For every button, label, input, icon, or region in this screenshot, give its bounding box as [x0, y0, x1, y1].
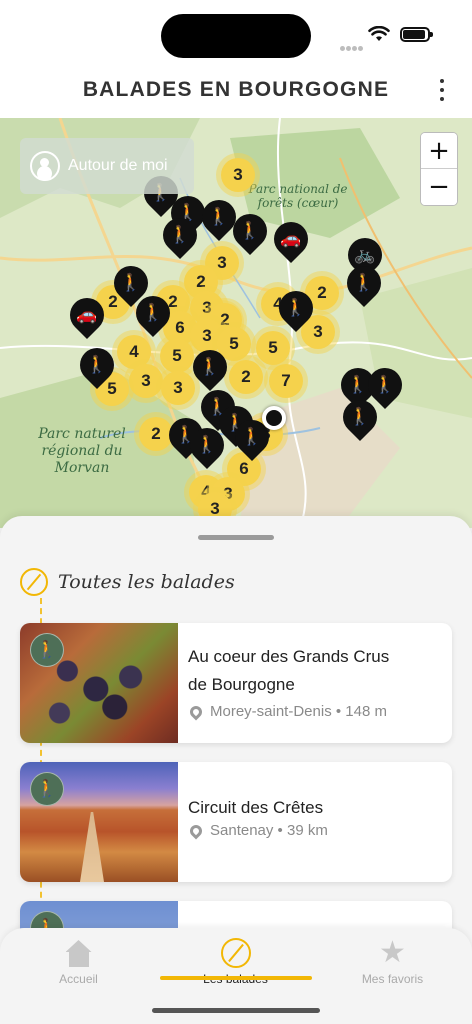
hiker-icon: 🚶: [169, 225, 191, 244]
hiker-icon: 🚶: [349, 407, 371, 426]
walk-title-line1: Au coeur des Grands Crus: [188, 647, 390, 666]
hiker-icon: 🚶: [374, 375, 396, 394]
hiker-icon: 🚶: [285, 298, 307, 317]
map-pin-walk[interactable]: 🚶: [155, 210, 205, 260]
app-header: BALADES EN BOURGOGNE: [0, 62, 472, 118]
walk-location-distance: Morey-saint-Denis • 148 m: [210, 703, 387, 720]
hiker-icon: 🚶: [208, 207, 230, 226]
walk-card[interactable]: 🚶 Circuit des Crêtes Santenay • 39 km: [20, 762, 452, 882]
tab-label: Accueil: [59, 972, 98, 986]
tab-accueil[interactable]: Accueil: [0, 928, 157, 996]
battery-icon: [400, 27, 433, 42]
map-cluster[interactable]: 3: [161, 371, 195, 405]
car-icon: 🚗: [280, 229, 302, 248]
car-icon: 🚗: [76, 305, 98, 324]
zoom-control: + −: [420, 132, 458, 206]
sheet-drag-handle[interactable]: [198, 535, 274, 540]
walk-meta: Santenay • 39 km: [187, 822, 328, 839]
map-label-parc-national: Parc national de forêts (cœur): [248, 182, 348, 210]
map-cluster[interactable]: 5: [160, 339, 194, 373]
hiker-icon: 🚶: [239, 221, 261, 240]
hiker-icon: 🚶: [142, 303, 164, 322]
walk-title-line1: Circuit des Crêtes: [188, 798, 324, 817]
map-label-parc-morvan: Parc naturel régional du Morvan: [38, 426, 126, 476]
walk-info: Au coeur des Grands Crus de Bourgogne Mo…: [178, 623, 399, 743]
zoom-in-button[interactable]: +: [421, 133, 457, 169]
around-me-label: Autour de moi: [68, 157, 168, 174]
dynamic-island: [161, 14, 311, 58]
map-cluster[interactable]: 5: [256, 331, 290, 365]
map-view[interactable]: Parc national de forêts (cœur) Parc natu…: [0, 118, 472, 528]
hiker-icon: 🚶: [120, 273, 142, 292]
wifi-icon: [368, 26, 390, 41]
map-cluster[interactable]: 7: [269, 364, 303, 398]
user-location-icon: [30, 151, 60, 181]
map-pin-walk[interactable]: 🚶: [128, 288, 178, 338]
map-cluster[interactable]: 3: [221, 158, 255, 192]
map-pin-walk[interactable]: 🚶: [182, 420, 232, 470]
location-pin-icon: [187, 822, 205, 839]
around-me-button[interactable]: Autour de moi: [20, 138, 194, 194]
map-pin-walk[interactable]: 🚶: [185, 342, 235, 392]
walk-title-line2: de Bourgogne: [188, 675, 295, 694]
hiker-icon: 🚶: [199, 357, 221, 376]
hiker-icon: 🚶: [196, 435, 218, 454]
map-pin-walk[interactable]: 🚶: [335, 392, 385, 442]
map-pin-walk[interactable]: 🚶: [339, 258, 389, 308]
tab-les-balades[interactable]: Les balades: [157, 928, 314, 996]
page-title: BALADES EN BOURGOGNE: [82, 78, 390, 101]
map-pin-car[interactable]: 🚗: [266, 214, 316, 264]
home-indicator: [152, 1008, 320, 1013]
balades-icon: [220, 938, 251, 968]
location-pin-icon: [187, 703, 205, 720]
walk-location-distance: Santenay • 39 km: [210, 822, 328, 839]
tab-label: Mes favoris: [361, 972, 424, 986]
walk-card[interactable]: 🚶 Au coeur des Grands Crus de Bourgogne …: [20, 623, 452, 743]
walk-meta: Morey-saint-Denis • 148 m: [187, 703, 389, 720]
user-location-marker: [262, 406, 286, 430]
map-pin-walk[interactable]: 🚶: [225, 206, 275, 256]
star-icon: ★: [379, 935, 406, 970]
active-tab-indicator: [160, 976, 312, 980]
status-bar: [0, 0, 472, 62]
home-icon: [65, 940, 93, 968]
hiker-icon: 🚶: [30, 772, 64, 806]
map-cluster[interactable]: 2: [229, 360, 263, 394]
walk-thumbnail: 🚶: [20, 762, 178, 882]
hiker-icon: 🚶: [353, 273, 375, 292]
map-pin-walk[interactable]: 🚶: [72, 340, 122, 390]
hiker-icon: 🚶: [30, 633, 64, 667]
balades-icon: [20, 568, 48, 596]
walk-thumbnail: 🚶: [20, 623, 178, 743]
zoom-out-button[interactable]: −: [421, 169, 457, 205]
hiker-icon: 🚶: [86, 355, 108, 374]
section-header: Toutes les balades: [20, 568, 235, 596]
tab-mes-favoris[interactable]: ★ Mes favoris: [314, 928, 471, 996]
more-vertical-icon[interactable]: [438, 79, 446, 101]
map-pin-car[interactable]: 🚗: [62, 290, 112, 340]
section-title: Toutes les balades: [58, 571, 235, 593]
map-cluster[interactable]: 3: [129, 364, 163, 398]
signal-icon: [340, 38, 364, 56]
walk-info: Circuit des Crêtes Santenay • 39 km: [178, 762, 338, 882]
map-pin-walk[interactable]: 🚶: [271, 283, 321, 333]
